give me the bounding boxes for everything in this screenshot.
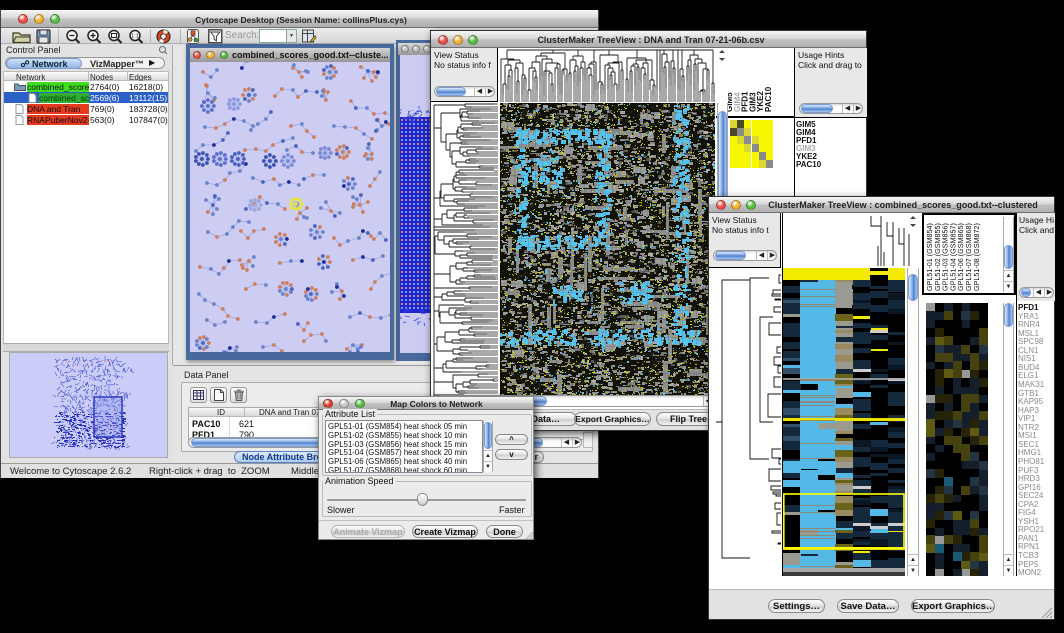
- svg-text:GPL51-08 (GSM872): GPL51-08 (GSM872): [972, 223, 981, 291]
- svg-text:1:1: 1:1: [131, 34, 139, 40]
- svg-text:PAC10: PAC10: [764, 86, 773, 112]
